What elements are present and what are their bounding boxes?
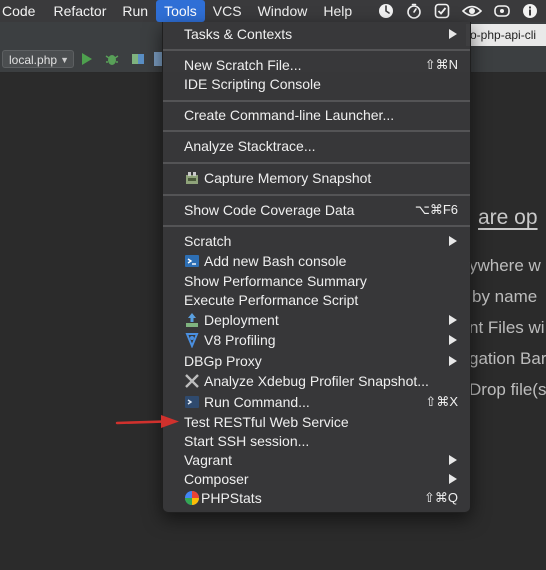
coverage-icon[interactable] <box>130 51 146 67</box>
menu-vcs[interactable]: VCS <box>205 0 250 22</box>
clock-icon[interactable] <box>378 3 394 19</box>
shortcut-label: ⇧⌘N <box>424 57 458 72</box>
menu-separator <box>163 162 470 164</box>
menu-item-vagrant[interactable]: Vagrant <box>163 450 470 470</box>
menu-refactor[interactable]: Refactor <box>45 0 114 22</box>
welcome-heading: are op <box>478 206 538 229</box>
menu-separator <box>163 130 470 132</box>
menu-item-tasks-contexts[interactable]: Tasks & Contexts <box>163 24 470 44</box>
scale-icon[interactable] <box>494 3 510 19</box>
shortcut-label: ⌥⌘F6 <box>414 202 458 217</box>
menu-tools[interactable]: Tools <box>156 0 205 22</box>
menu-separator <box>163 194 470 196</box>
deployment-icon <box>186 313 198 327</box>
submenu-arrow-icon <box>449 356 457 366</box>
menu-item-capture-memory-snapshot[interactable]: Capture Memory Snapshot <box>163 168 470 188</box>
menu-item-dbgp-proxy[interactable]: DBGp Proxy <box>163 351 470 371</box>
terminal-icon <box>185 255 199 267</box>
submenu-arrow-icon <box>449 315 457 325</box>
run-command-icon <box>185 396 199 408</box>
menu-run[interactable]: Run <box>114 0 156 22</box>
memory-snapshot-icon <box>186 172 198 184</box>
menu-item-run-command[interactable]: Run Command... ⇧⌘X <box>163 392 470 412</box>
submenu-arrow-icon <box>449 455 457 465</box>
menu-window[interactable]: Window <box>250 0 316 22</box>
menu-item-execute-performance-script[interactable]: Execute Performance Script <box>163 290 470 310</box>
eye-icon[interactable] <box>462 3 482 19</box>
chevron-down-icon: ▼ <box>60 55 69 65</box>
menu-item-analyze-xdebug-snapshot[interactable]: Analyze Xdebug Profiler Snapshot... <box>163 371 470 391</box>
menu-item-create-command-line-launcher[interactable]: Create Command-line Launcher... <box>163 105 470 125</box>
debug-icon[interactable] <box>104 51 120 67</box>
run-config-label: local.php <box>9 53 58 67</box>
run-icon[interactable] <box>80 51 94 67</box>
menu-item-scratch[interactable]: Scratch <box>163 231 470 251</box>
submenu-arrow-icon <box>449 29 457 39</box>
welcome-line: Drop file(s) <box>469 380 546 399</box>
menu-item-v8-profiling[interactable]: V8 Profiling <box>163 330 470 350</box>
status-tray <box>378 0 538 22</box>
run-config-selector[interactable]: local.php ▼ <box>2 50 74 68</box>
menu-item-phpstats[interactable]: PHPStats ⇧⌘Q <box>163 488 470 508</box>
welcome-line: nt Files wi <box>469 318 545 337</box>
toolbar-icon[interactable] <box>154 52 162 66</box>
menu-item-ide-scripting-console[interactable]: IDE Scripting Console <box>163 74 470 94</box>
shortcut-label: ⇧⌘Q <box>423 490 458 505</box>
menu-help[interactable]: Help <box>315 0 360 22</box>
shortcut-label: ⇧⌘X <box>425 394 458 409</box>
info-icon[interactable] <box>522 3 538 19</box>
editor-tab[interactable]: o-php-api-cli <box>466 24 546 46</box>
menu-item-add-bash-console[interactable]: Add new Bash console <box>163 251 470 271</box>
tools-menu: Tasks & Contexts New Scratch File... ⇧⌘N… <box>162 22 471 513</box>
welcome-line: ywhere w <box>469 256 541 275</box>
submenu-arrow-icon <box>449 474 457 484</box>
submenu-arrow-icon <box>449 236 457 246</box>
v8-profiling-icon <box>185 333 199 348</box>
welcome-line: by name <box>472 287 538 306</box>
menu-item-start-ssh-session[interactable]: Start SSH session... <box>163 431 470 451</box>
menu-bar: Code Refactor Run Tools VCS Window Help <box>0 0 546 22</box>
stopwatch-icon[interactable] <box>406 3 422 19</box>
menu-item-composer[interactable]: Composer <box>163 469 470 489</box>
xdebug-icon <box>185 374 199 388</box>
phpstats-icon <box>185 491 199 505</box>
menu-item-analyze-stacktrace[interactable]: Analyze Stacktrace... <box>163 136 470 156</box>
welcome-line: gation Bar <box>469 349 546 368</box>
menu-item-show-code-coverage-data[interactable]: Show Code Coverage Data ⌥⌘F6 <box>163 200 470 220</box>
submenu-arrow-icon <box>449 335 457 345</box>
menu-separator <box>163 225 470 227</box>
menu-item-deployment[interactable]: Deployment <box>163 310 470 330</box>
menu-separator <box>163 100 470 102</box>
menu-item-show-performance-summary[interactable]: Show Performance Summary <box>163 271 470 291</box>
menu-code[interactable]: Code <box>0 0 45 22</box>
menu-separator <box>163 49 470 51</box>
annotation-arrow <box>115 415 179 428</box>
checkbox-icon[interactable] <box>434 3 450 19</box>
menu-item-new-scratch-file[interactable]: New Scratch File... ⇧⌘N <box>163 55 470 75</box>
menu-item-test-restful-web-service[interactable]: Test RESTful Web Service <box>163 412 470 432</box>
